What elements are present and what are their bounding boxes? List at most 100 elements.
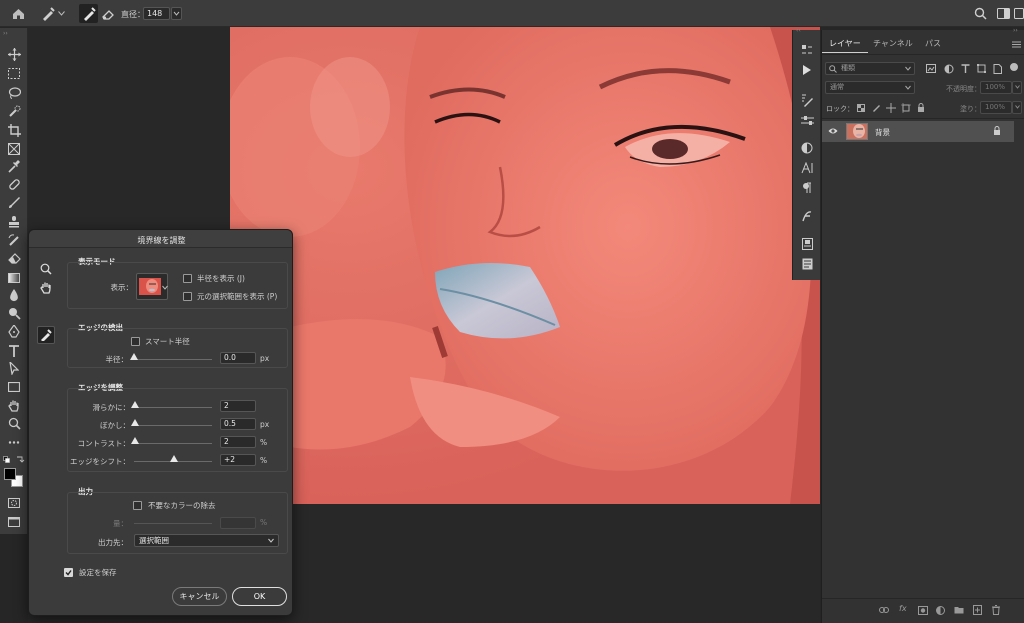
zoom-tool-icon[interactable] xyxy=(4,415,24,432)
adjustments-sliders-icon[interactable] xyxy=(798,112,816,128)
feather-input[interactable]: 0.5 xyxy=(220,418,256,430)
new-adjustment-layer-icon[interactable] xyxy=(936,606,945,615)
smooth-input[interactable]: 2 xyxy=(220,400,256,412)
document-image[interactable] xyxy=(230,27,820,504)
refine-radius-tool-icon[interactable] xyxy=(37,326,55,344)
show-original-checkbox[interactable] xyxy=(183,292,192,301)
filter-toggle-icon[interactable] xyxy=(1010,63,1018,71)
remember-settings-checkbox[interactable] xyxy=(64,568,73,577)
home-icon[interactable] xyxy=(9,4,28,23)
amount-input[interactable] xyxy=(220,517,256,529)
eraser-mode-icon[interactable] xyxy=(98,4,117,23)
amount-slider[interactable] xyxy=(134,523,212,524)
expand-strip-icon[interactable]: ‹‹ xyxy=(796,27,801,34)
workspace-icon[interactable] xyxy=(994,4,1013,23)
brush-tool-icon[interactable] xyxy=(4,194,24,211)
output-to-select[interactable]: 選択範囲 xyxy=(134,534,279,547)
delete-layer-trash-icon[interactable] xyxy=(992,605,1000,615)
share-icon[interactable] xyxy=(1013,4,1024,23)
fill-input[interactable]: 100% xyxy=(980,101,1012,114)
fill-dropdown[interactable] xyxy=(1012,101,1022,114)
shift-edge-slider-thumb[interactable] xyxy=(170,455,178,462)
opacity-input[interactable]: 100% xyxy=(980,81,1012,94)
smooth-slider[interactable] xyxy=(134,407,212,408)
smart-radius-checkbox[interactable] xyxy=(131,337,140,346)
type-tool-icon[interactable] xyxy=(4,342,24,359)
radius-input[interactable]: 0.0 xyxy=(220,352,256,364)
screen-mode-icon[interactable] xyxy=(4,513,24,530)
opacity-dropdown[interactable] xyxy=(1012,81,1022,94)
quick-selection-tool-icon[interactable] xyxy=(4,103,24,120)
healing-brush-tool-icon[interactable] xyxy=(4,176,24,193)
filter-type-icon[interactable] xyxy=(961,64,970,73)
size-dropdown[interactable] xyxy=(171,7,182,20)
quick-mask-icon[interactable] xyxy=(4,494,24,511)
view-mode-select[interactable] xyxy=(136,273,168,300)
layer-filter-kind[interactable]: 種類 xyxy=(825,62,915,75)
eraser-tool-icon[interactable] xyxy=(4,250,24,267)
rectangle-tool-icon[interactable] xyxy=(4,378,24,395)
lock-all-icon[interactable] xyxy=(917,103,925,113)
crop-tool-icon[interactable] xyxy=(4,122,24,139)
collapse-panels-icon[interactable]: ›› xyxy=(1013,27,1018,34)
layer-visibility-eye-icon[interactable] xyxy=(828,127,838,135)
radius-slider[interactable] xyxy=(134,359,212,360)
filter-smart-object-icon[interactable] xyxy=(993,64,1002,74)
tab-channels[interactable]: チャンネル xyxy=(873,38,913,49)
decontaminate-checkbox[interactable] xyxy=(133,501,142,510)
eyedropper-tool-icon[interactable] xyxy=(4,158,24,175)
ok-button[interactable]: OK xyxy=(232,587,287,606)
new-layer-icon[interactable] xyxy=(973,605,982,615)
history-brush-tool-icon[interactable] xyxy=(4,232,24,249)
foreground-color-swatch[interactable] xyxy=(4,468,16,480)
adjustments-icon[interactable] xyxy=(798,140,816,156)
pen-tool-icon[interactable] xyxy=(4,323,24,340)
notes-panel-icon[interactable] xyxy=(798,256,816,272)
hand-tool-icon[interactable] xyxy=(40,281,52,294)
feather-slider[interactable] xyxy=(134,425,212,426)
dodge-tool-icon[interactable] xyxy=(4,305,24,322)
tab-layers[interactable]: レイヤー xyxy=(829,38,861,49)
lock-transparent-icon[interactable] xyxy=(857,104,865,112)
panel-menu-icon[interactable] xyxy=(1012,41,1021,48)
smooth-slider-thumb[interactable] xyxy=(131,401,139,408)
lock-image-icon[interactable] xyxy=(872,103,881,112)
actions-play-icon[interactable] xyxy=(798,62,816,78)
search-icon[interactable] xyxy=(971,4,990,23)
contrast-slider-thumb[interactable] xyxy=(131,437,139,444)
collapse-panel-icon[interactable]: ›› xyxy=(3,30,8,37)
filter-shape-icon[interactable] xyxy=(977,64,986,73)
marquee-tool-icon[interactable] xyxy=(4,65,24,82)
default-colors-icon[interactable] xyxy=(3,456,25,465)
lock-artboard-icon[interactable] xyxy=(901,103,911,113)
glyphs-panel-icon[interactable] xyxy=(798,208,816,224)
size-input[interactable]: 148 xyxy=(143,7,170,20)
clone-stamp-tool-icon[interactable] xyxy=(4,213,24,230)
radius-slider-thumb[interactable] xyxy=(130,353,138,360)
add-mask-icon[interactable] xyxy=(918,606,928,615)
show-radius-checkbox[interactable] xyxy=(183,274,192,283)
more-tools-icon[interactable] xyxy=(4,434,24,451)
link-layers-icon[interactable] xyxy=(879,607,889,613)
fx-icon[interactable]: fx xyxy=(899,604,907,613)
filter-pixel-icon[interactable] xyxy=(926,64,936,73)
gradient-tool-icon[interactable] xyxy=(4,269,24,286)
tab-paths[interactable]: パス xyxy=(925,38,941,49)
brush-settings-icon[interactable] xyxy=(798,92,816,108)
lasso-tool-icon[interactable] xyxy=(4,84,24,101)
lock-position-icon[interactable] xyxy=(886,103,896,113)
path-selection-tool-icon[interactable] xyxy=(4,360,24,377)
blur-tool-icon[interactable] xyxy=(4,287,24,304)
character-panel-icon[interactable] xyxy=(798,160,816,176)
blend-mode-select[interactable]: 通常 xyxy=(825,81,915,94)
new-group-icon[interactable] xyxy=(954,606,964,614)
refine-radius-tool-icon[interactable] xyxy=(38,4,57,23)
hand-tool-icon[interactable] xyxy=(4,397,24,414)
frame-tool-icon[interactable] xyxy=(4,140,24,157)
shift-edge-input[interactable]: +2 xyxy=(220,454,256,466)
zoom-tool-icon[interactable] xyxy=(40,263,52,275)
filter-adjustment-icon[interactable] xyxy=(944,64,954,74)
contrast-slider[interactable] xyxy=(134,443,212,444)
paragraph-panel-icon[interactable] xyxy=(798,180,816,196)
libraries-panel-icon[interactable] xyxy=(798,236,816,252)
